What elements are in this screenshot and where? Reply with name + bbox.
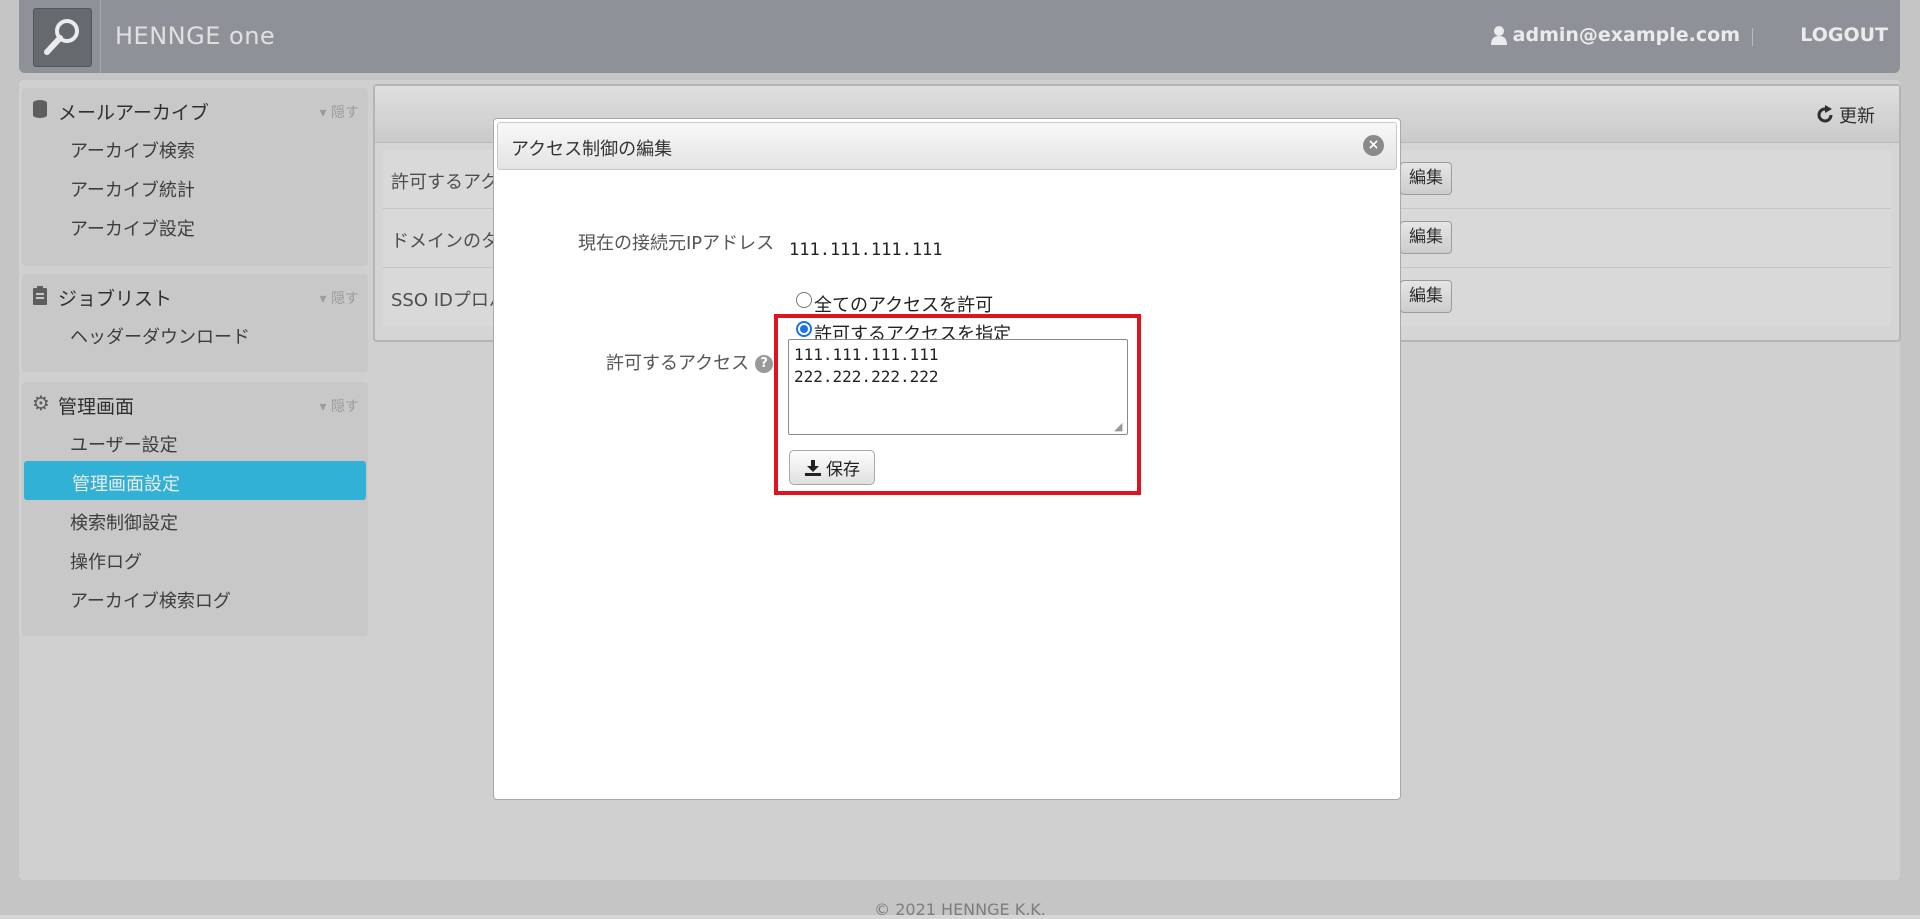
help-icon[interactable]: ? [755, 355, 774, 373]
dialog-title: アクセス制御の編集 [511, 139, 673, 160]
allowed-access-text: 許可するアクセス [606, 353, 750, 374]
current-ip-value: 111.111.111.111 [789, 240, 943, 260]
close-icon[interactable]: × [1363, 135, 1384, 156]
current-ip-label: 現在の接続元IPアドレス [578, 233, 775, 254]
radio-allow-all-input[interactable] [796, 292, 812, 308]
dialog-titlebar: アクセス制御の編集 × [497, 122, 1397, 170]
allowed-access-label: 許可するアクセス? [606, 349, 774, 375]
highlight-box [774, 314, 1141, 495]
